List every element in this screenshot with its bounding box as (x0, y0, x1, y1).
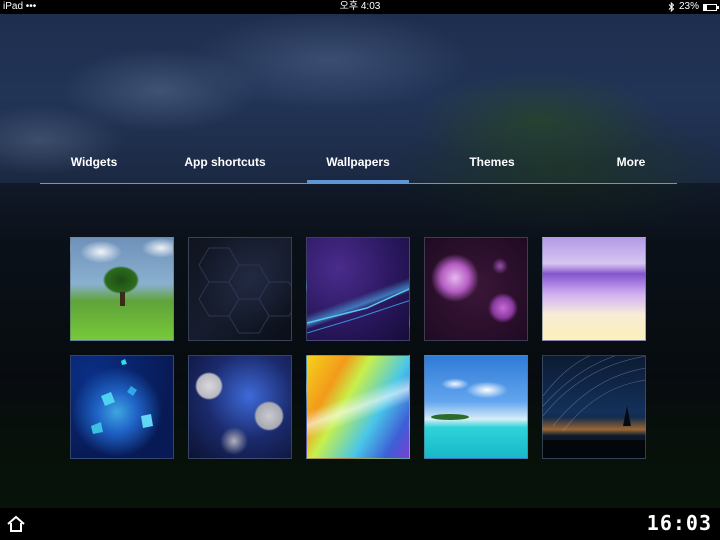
bottom-bar: 16:03 (0, 508, 720, 540)
wallpaper-thumb-tree[interactable] (70, 237, 174, 341)
status-bar: iPad ••• 오후 4:03 23% (0, 0, 720, 14)
tab-app-shortcuts[interactable]: App shortcuts (174, 150, 276, 182)
wallpaper-thumb-hexagon[interactable] (188, 237, 292, 341)
tab-more[interactable]: More (596, 150, 666, 182)
battery-fill (704, 4, 707, 10)
tab-wallpapers[interactable]: Wallpapers (307, 150, 409, 182)
tab-active-indicator (307, 180, 409, 184)
tab-themes[interactable]: Themes (446, 150, 538, 182)
picker-tabs: Widgets App shortcuts Wallpapers Themes … (40, 150, 677, 184)
wallpaper-thumb-silver-bokeh[interactable] (188, 355, 292, 459)
wallpaper-thumb-rainbow-light[interactable] (306, 355, 410, 459)
bluetooth-icon (668, 2, 675, 12)
tab-widgets[interactable]: Widgets (50, 150, 138, 182)
hexagon-pattern (198, 247, 291, 334)
wallpaper-thumb-violet-cubes[interactable] (542, 237, 646, 341)
wallpaper-thumb-tropical-island[interactable] (424, 355, 528, 459)
status-right: 23% (668, 0, 719, 14)
wallpaper-thumb-purple-lines[interactable] (306, 237, 410, 341)
picker-overlay (0, 183, 720, 508)
home-icon[interactable] (6, 515, 26, 533)
clock: 16:03 (646, 511, 712, 535)
light-lines (307, 288, 409, 334)
shard-shapes (91, 359, 153, 434)
battery-percent: 23% (678, 1, 699, 12)
island (431, 414, 469, 420)
wallpaper-thumb-blue-shards[interactable] (70, 355, 174, 459)
star-trail-arcs (543, 356, 645, 458)
status-time: 오후 4:03 (339, 1, 381, 12)
tree-trunk (120, 292, 125, 306)
battery-icon (703, 3, 719, 11)
wallpaper-thumb-purple-spheres[interactable] (424, 237, 528, 341)
wallpaper-thumb-star-trails[interactable] (542, 355, 646, 459)
